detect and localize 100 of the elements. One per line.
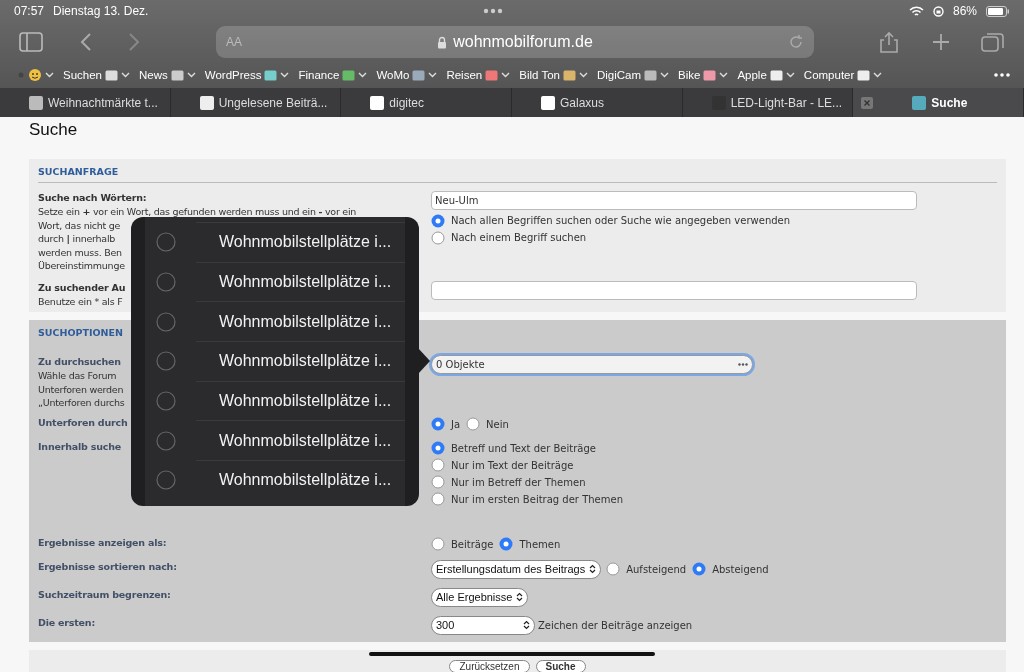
- chevron-down-icon: [428, 72, 438, 78]
- dropdown[interactable]: Erstellungsdatum des Beitrags: [431, 559, 602, 579]
- help-text: durch | innerhalb: [38, 232, 116, 246]
- ellipsis-icon: [738, 363, 748, 366]
- radio-button[interactable]: [431, 492, 445, 506]
- dropdown[interactable]: Alle Ergebnisse: [431, 587, 529, 607]
- bookmark-folder[interactable]: WoMo: [376, 69, 410, 81]
- radio-button[interactable]: [692, 562, 707, 576]
- address-bar[interactable]: AA wohnmobilforum.de: [216, 26, 814, 58]
- help-text: „Unterforen durchs: [38, 396, 125, 410]
- bookmark-folder[interactable]: News: [139, 69, 168, 81]
- radio-button[interactable]: [466, 417, 481, 431]
- radio-button[interactable]: [156, 272, 176, 293]
- radio-button[interactable]: [431, 475, 445, 489]
- tabs-overview-icon[interactable]: [980, 31, 1006, 53]
- help-text: Unterforen werden: [38, 382, 124, 396]
- radio-button[interactable]: [431, 458, 445, 472]
- help-text: Wort, das nicht ge: [38, 218, 121, 232]
- bookmark-folder[interactable]: Apple: [737, 69, 767, 81]
- favicon-icon: [370, 95, 385, 110]
- text-input[interactable]: Neu-Ulm: [431, 191, 917, 210]
- radio-button[interactable]: [156, 470, 176, 491]
- radio-button[interactable]: [499, 537, 514, 551]
- radio-button[interactable]: [431, 230, 445, 245]
- orientation-lock-icon: [932, 5, 944, 17]
- field-label: Die ersten:: [38, 615, 96, 630]
- browser-tab[interactable]: Suche: [853, 88, 1024, 117]
- radio-button[interactable]: [156, 351, 176, 372]
- reset-button[interactable]: Zurücksetzen: [449, 660, 530, 672]
- radio-label: Nur im Text der Beiträge: [451, 459, 574, 471]
- radio-button[interactable]: [606, 562, 621, 576]
- bookmark-folder[interactable]: WordPress: [204, 69, 262, 81]
- chevron-down-icon: [873, 72, 883, 78]
- chevron-down-icon: [785, 72, 795, 78]
- chevron-down-icon: [578, 72, 588, 78]
- radio-button[interactable]: [156, 232, 176, 253]
- clock-time: 07:57: [14, 4, 45, 18]
- radio-label: Nach allen Begriffen suchen oder Suche wie angegeben verwenden: [451, 215, 791, 226]
- picker-option[interactable]: Wohnmobilstellplätze i...: [196, 380, 405, 421]
- battery-icon: [986, 5, 1010, 17]
- dropdown[interactable]: 300: [431, 615, 535, 635]
- picker-option[interactable]: Wohnmobilstellplätze i...: [196, 222, 405, 262]
- help-text: Wähle das Forum: [38, 369, 117, 383]
- radio-button[interactable]: [431, 417, 445, 431]
- bookmark-folder[interactable]: Bild Ton: [519, 69, 560, 81]
- help-text: Übereinstimmunge: [38, 259, 125, 273]
- radio-label: Themen: [519, 538, 561, 550]
- bookmark-folder[interactable]: Finance: [298, 69, 340, 81]
- updown-chevron-icon: [516, 592, 524, 602]
- lock-icon: [437, 35, 448, 49]
- radio-button[interactable]: [156, 391, 176, 412]
- more-dots-icon[interactable]: [482, 8, 503, 14]
- chevron-down-icon: [280, 72, 290, 78]
- field-label: Unterforen durch: [38, 415, 128, 430]
- field-label: Ergebnisse sortieren nach:: [38, 559, 177, 574]
- radio-button[interactable]: [156, 430, 176, 451]
- radio-label: Absteigend: [712, 563, 769, 575]
- chevron-down-icon: [121, 72, 130, 78]
- chevron-down-icon: [186, 72, 196, 78]
- bookmark-folder[interactable]: Suchen: [63, 69, 102, 81]
- field-label: Innerhalb suche: [38, 439, 121, 454]
- radio-label: Beiträge: [451, 538, 494, 550]
- search-button[interactable]: Suche: [535, 660, 586, 672]
- chevron-down-icon: [719, 72, 729, 78]
- radio-label: Nein: [486, 418, 509, 430]
- wifi-icon: [908, 5, 924, 17]
- radio-button[interactable]: [156, 311, 176, 332]
- picker-option[interactable]: Wohnmobilstellplätze i...: [196, 261, 405, 302]
- radio-button[interactable]: [431, 537, 445, 551]
- radio-label: Nur im ersten Beitrag der Themen: [451, 493, 623, 505]
- chevron-down-icon: [501, 72, 511, 78]
- close-icon[interactable]: [861, 96, 874, 109]
- field-label: Zu suchender Au: [38, 280, 126, 295]
- picker-option[interactable]: Wohnmobilstellplätze i...: [196, 301, 405, 342]
- favicon-icon: [29, 95, 43, 110]
- more-dots-icon[interactable]: [994, 73, 1010, 77]
- reload-icon[interactable]: [788, 34, 804, 50]
- field-label: Suche nach Wörtern:: [38, 191, 147, 205]
- sidebar-icon[interactable]: [18, 31, 44, 53]
- picker-option[interactable]: Wohnmobilstellplätze i...: [196, 420, 405, 461]
- bookmark-folder[interactable]: Reisen: [446, 69, 483, 81]
- picker-option[interactable]: Wohnmobilstellplätze i...: [196, 341, 405, 381]
- radio-label: Aufsteigend: [626, 563, 687, 575]
- picker-option[interactable]: Wohnmobilstellplätze i...: [196, 460, 405, 500]
- radio-label: Nach einem Begriff suchen: [451, 232, 587, 243]
- radio-label: Betreff und Text der Beiträge: [451, 442, 596, 454]
- radio-button[interactable]: [431, 441, 445, 455]
- help-text: Benutze ein * als F: [38, 294, 123, 308]
- address-text: wohnmobilforum.de: [453, 33, 593, 51]
- date-text: Dienstag 13. Dez.: [53, 4, 149, 18]
- battery-percentage: 86%: [952, 4, 977, 18]
- multi-select[interactable]: 0 Objekte: [431, 355, 753, 374]
- field-label: Suchzeitraum begrenzen:: [38, 587, 171, 602]
- text-input[interactable]: [431, 280, 917, 300]
- section-heading: SUCHOPTIONEN: [38, 326, 123, 340]
- updown-chevron-icon: [589, 564, 597, 574]
- bookmark-folder[interactable]: Computer: [803, 69, 855, 81]
- radio-button[interactable]: [431, 213, 445, 228]
- bookmark-folder[interactable]: DigiCam: [596, 69, 642, 81]
- bookmark-folder[interactable]: Bike: [678, 69, 701, 81]
